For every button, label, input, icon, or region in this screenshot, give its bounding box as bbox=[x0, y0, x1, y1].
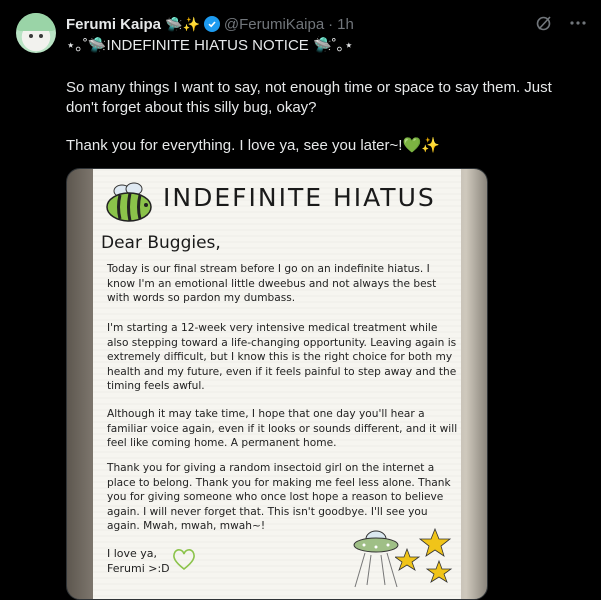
avatar-eye-left bbox=[29, 34, 33, 38]
handle[interactable]: @FerumiKaipa bbox=[224, 16, 324, 33]
display-name[interactable]: Ferumi Kaipa bbox=[66, 16, 161, 33]
tweet-header: Ferumi Kaipa 🛸✨ @FerumiKaipa · 1h bbox=[66, 14, 354, 34]
separator: · bbox=[328, 15, 334, 33]
heart-doodle-icon bbox=[173, 549, 195, 571]
tweet-title-line: ⋆｡˚🛸INDEFINITE HIATUS NOTICE 🛸˚｡⋆ bbox=[66, 37, 354, 54]
hiatus-letter: INDEFINITE HIATUS Dear Buggies, Today is… bbox=[93, 169, 461, 599]
letter-greeting: Dear Buggies, bbox=[101, 233, 221, 253]
letter-paragraph-2: I'm starting a 12-week very intensive me… bbox=[107, 322, 457, 392]
letter-paragraph-1: Today is our final stream before I go on… bbox=[107, 263, 437, 304]
bee-icon bbox=[106, 182, 152, 222]
tweet-paragraph-1: So many things I want to say, not enough… bbox=[66, 79, 552, 116]
letter-signoff: I love ya, Ferumi >:D bbox=[107, 546, 170, 576]
letter-title: INDEFINITE HIATUS bbox=[163, 183, 436, 212]
green-heart-emoji: 💚 bbox=[402, 137, 422, 154]
letter-paragraph-3: Although it may take time, I hope that o… bbox=[107, 408, 458, 449]
verified-badge-icon[interactable] bbox=[203, 16, 220, 32]
tweet-paragraph-2: Thank you for everything. I love ya, see… bbox=[66, 136, 586, 156]
avatar-eye-right bbox=[39, 34, 43, 38]
avatar[interactable] bbox=[16, 13, 56, 53]
signoff-line-2: Ferumi >:D bbox=[107, 562, 170, 575]
tweet-media-image[interactable]: INDEFINITE HIATUS Dear Buggies, Today is… bbox=[66, 168, 488, 600]
sparkles-emoji: ✨ bbox=[421, 137, 440, 154]
letter-paragraph-4: Thank you for giving a random insectoid … bbox=[107, 462, 451, 532]
name-emoji: 🛸✨ bbox=[165, 15, 200, 32]
ufo-icon bbox=[353, 530, 399, 588]
grok-icon[interactable] bbox=[535, 14, 553, 32]
avatar-hair bbox=[16, 13, 56, 31]
more-icon[interactable] bbox=[569, 14, 587, 32]
timestamp[interactable]: 1h bbox=[337, 16, 354, 33]
tweet-actions bbox=[535, 14, 587, 32]
stars-icon bbox=[395, 527, 453, 583]
signoff-line-1: I love ya, bbox=[107, 547, 158, 560]
tweet-paragraph-2-text: Thank you for everything. I love ya, see… bbox=[66, 137, 403, 154]
